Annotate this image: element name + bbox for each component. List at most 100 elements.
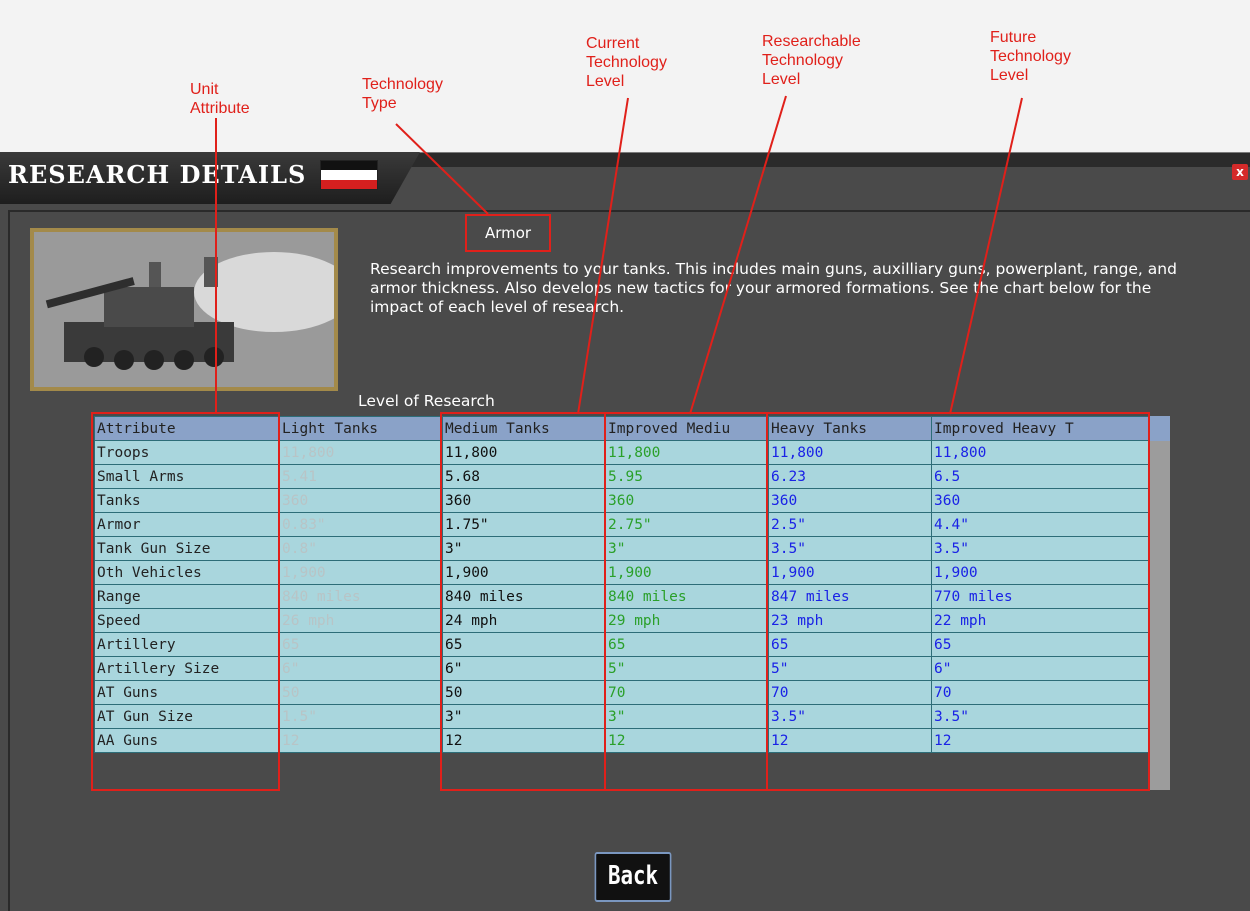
tank-photo [30,228,338,391]
annotation-current-level: Current Technology Level [586,35,667,90]
level-of-research-label: Level of Research [358,392,495,410]
col-header-heavy-tanks[interactable]: Heavy Tanks [768,416,932,441]
research-table: Attribute Light Tanks Medium Tanks Impro… [94,416,1152,753]
cell-improved-medium: 12 [605,728,769,753]
cell-improved-heavy: 11,800 [931,440,1152,465]
table-row: Tanks 360 360 360 360 360 [94,488,1152,513]
cell-improved-medium: 5" [605,656,769,681]
cell-attribute: Tank Gun Size [94,536,280,561]
cell-improved-medium: 65 [605,632,769,657]
cell-improved-medium: 360 [605,488,769,513]
cell-improved-heavy: 70 [931,680,1152,705]
cell-improved-heavy: 3.5" [931,704,1152,729]
cell-medium-tanks: 6" [442,656,606,681]
title-bar: RESEARCH DETAILS [0,152,420,204]
cell-attribute: Armor [94,512,280,537]
table-row: Artillery Size 6" 6" 5" 5" 6" [94,656,1152,681]
cell-light-tanks: 360 [279,488,443,513]
table-row: Tank Gun Size 0.8" 3" 3" 3.5" 3.5" [94,536,1152,561]
col-header-light-tanks[interactable]: Light Tanks [279,416,443,441]
cell-improved-medium: 2.75" [605,512,769,537]
cell-light-tanks: 65 [279,632,443,657]
cell-improved-heavy: 360 [931,488,1152,513]
cell-heavy-tanks: 2.5" [768,512,932,537]
cell-attribute: Troops [94,440,280,465]
cell-attribute: AT Guns [94,680,280,705]
cell-medium-tanks: 11,800 [442,440,606,465]
cell-improved-heavy: 1,900 [931,560,1152,585]
cell-improved-medium: 29 mph [605,608,769,633]
annotation-technology-type: Technology Type [362,76,443,112]
cell-heavy-tanks: 6.23 [768,464,932,489]
research-details-window: RESEARCH DETAILS x Armor Research improv… [0,152,1250,911]
table-row: Troops 11,800 11,800 11,800 11,800 11,800 [94,440,1152,465]
cell-heavy-tanks: 70 [768,680,932,705]
cell-heavy-tanks: 847 miles [768,584,932,609]
cell-heavy-tanks: 12 [768,728,932,753]
cell-medium-tanks: 5.68 [442,464,606,489]
cell-heavy-tanks: 23 mph [768,608,932,633]
cell-attribute: Oth Vehicles [94,560,280,585]
cell-attribute: Speed [94,608,280,633]
col-header-improved-medium[interactable]: Improved Mediu [605,416,769,441]
cell-improved-heavy: 770 miles [931,584,1152,609]
col-header-attribute[interactable]: Attribute [94,416,280,441]
cell-improved-medium: 3" [605,536,769,561]
cell-light-tanks: 840 miles [279,584,443,609]
table-row: AT Gun Size 1.5" 3" 3" 3.5" 3.5" [94,704,1152,729]
annotation-researchable-level: Researchable Technology Level [762,33,861,88]
cell-heavy-tanks: 3.5" [768,536,932,561]
cell-improved-medium: 3" [605,704,769,729]
cell-medium-tanks: 1.75" [442,512,606,537]
close-button[interactable]: x [1232,164,1248,180]
cell-attribute: Small Arms [94,464,280,489]
annotation-unit-attribute: Unit Attribute [190,81,250,117]
cell-improved-medium: 5.95 [605,464,769,489]
table-row: Small Arms 5.41 5.68 5.95 6.23 6.5 [94,464,1152,489]
cell-medium-tanks: 840 miles [442,584,606,609]
cell-attribute: Tanks [94,488,280,513]
cell-light-tanks: 12 [279,728,443,753]
cell-light-tanks: 6" [279,656,443,681]
cell-improved-heavy: 3.5" [931,536,1152,561]
tank-image [34,232,334,387]
cell-medium-tanks: 3" [442,536,606,561]
cell-attribute: Artillery Size [94,656,280,681]
back-button[interactable]: Back [594,852,672,902]
annotation-future-level: Future Technology Level [990,29,1071,84]
cell-heavy-tanks: 3.5" [768,704,932,729]
cell-improved-medium: 11,800 [605,440,769,465]
cell-heavy-tanks: 360 [768,488,932,513]
technology-type-label: Armor [465,214,551,252]
cell-medium-tanks: 12 [442,728,606,753]
window-title: RESEARCH DETAILS [8,160,307,189]
col-header-improved-heavy[interactable]: Improved Heavy T [931,416,1152,441]
cell-improved-medium: 840 miles [605,584,769,609]
cell-heavy-tanks: 1,900 [768,560,932,585]
cell-light-tanks: 26 mph [279,608,443,633]
cell-attribute: Artillery [94,632,280,657]
cell-heavy-tanks: 5" [768,656,932,681]
table-scrollbar[interactable] [1148,416,1170,790]
col-header-medium-tanks[interactable]: Medium Tanks [442,416,606,441]
table-header-row: Attribute Light Tanks Medium Tanks Impro… [94,416,1152,441]
cell-heavy-tanks: 65 [768,632,932,657]
table-row: Range 840 miles 840 miles 840 miles 847 mile… [94,584,1152,609]
cell-medium-tanks: 3" [442,704,606,729]
cell-medium-tanks: 360 [442,488,606,513]
cell-light-tanks: 50 [279,680,443,705]
cell-improved-heavy: 4.4" [931,512,1152,537]
cell-medium-tanks: 24 mph [442,608,606,633]
cell-light-tanks: 0.83" [279,512,443,537]
cell-attribute: AA Guns [94,728,280,753]
cell-improved-heavy: 22 mph [931,608,1152,633]
cell-light-tanks: 1.5" [279,704,443,729]
cell-attribute: AT Gun Size [94,704,280,729]
cell-improved-heavy: 6.5 [931,464,1152,489]
table-row: Speed 26 mph 24 mph 29 mph 23 mph 22 mph [94,608,1152,633]
cell-light-tanks: 5.41 [279,464,443,489]
cell-light-tanks: 11,800 [279,440,443,465]
cell-improved-medium: 1,900 [605,560,769,585]
cell-medium-tanks: 1,900 [442,560,606,585]
cell-improved-heavy: 6" [931,656,1152,681]
